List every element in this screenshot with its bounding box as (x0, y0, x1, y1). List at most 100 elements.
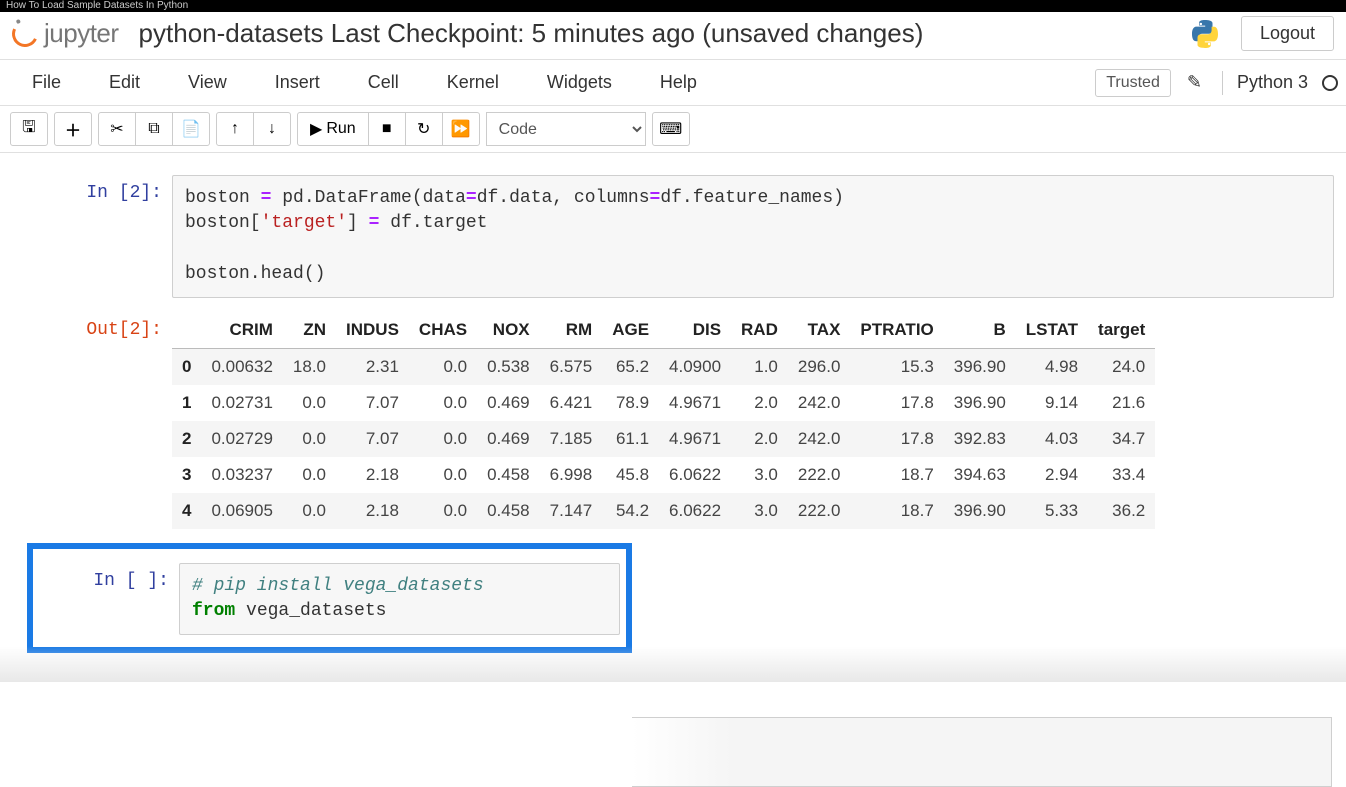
table-header: ZN (283, 312, 336, 349)
table-header: LSTAT (1016, 312, 1088, 349)
table-cell: 45.8 (602, 457, 659, 493)
table-cell: 6.575 (540, 348, 603, 385)
cell-in-next[interactable]: In [ ]: # pip install vega_datasets from… (39, 563, 620, 635)
menu-widgets[interactable]: Widgets (523, 62, 636, 103)
notebook-title[interactable]: python-datasets Last Checkpoint: 5 minut… (139, 18, 1189, 49)
restart-icon[interactable]: ↻ (405, 112, 443, 146)
table-cell: 0.00632 (201, 348, 282, 385)
table-cell: 0.0 (409, 493, 477, 529)
table-cell: 17.8 (850, 385, 943, 421)
table-cell: 54.2 (602, 493, 659, 529)
table-row: 30.032370.02.180.00.4586.99845.86.06223.… (172, 457, 1155, 493)
table-cell: 0.458 (477, 457, 540, 493)
table-cell: 2.18 (336, 457, 409, 493)
table-cell: 61.1 (602, 421, 659, 457)
copy-icon[interactable]: ⧉ (135, 112, 173, 146)
table-cell: 4.9671 (659, 421, 731, 457)
table-cell: 222.0 (788, 457, 851, 493)
table-header: CHAS (409, 312, 477, 349)
trusted-badge[interactable]: Trusted (1095, 69, 1171, 97)
table-header: RAD (731, 312, 788, 349)
command-palette-icon[interactable]: ⌨ (652, 112, 690, 146)
table-cell: 0.469 (477, 385, 540, 421)
table-cell: 6.421 (540, 385, 603, 421)
table-cell: 1.0 (731, 348, 788, 385)
divider (1222, 71, 1223, 95)
table-cell: 0.458 (477, 493, 540, 529)
notebook-area: In [2]: boston = pd.DataFrame(data=df.da… (0, 153, 1346, 665)
table-cell: 392.83 (944, 421, 1016, 457)
table-cell: 0.0 (283, 457, 336, 493)
table-header: TAX (788, 312, 851, 349)
code-input-active[interactable]: # pip install vega_datasets from vega_da… (179, 563, 620, 635)
table-cell: 6.0622 (659, 457, 731, 493)
table-cell: 2.0 (731, 421, 788, 457)
cell-type-select[interactable]: Code (486, 112, 646, 146)
table-cell: 396.90 (944, 385, 1016, 421)
edit-icon[interactable]: ✎ (1181, 72, 1208, 93)
menu-file[interactable]: File (8, 62, 85, 103)
table-cell: 0.538 (477, 348, 540, 385)
table-cell: 0.06905 (201, 493, 282, 529)
table-header: target (1088, 312, 1155, 349)
logo-text: jupyter (44, 18, 119, 49)
table-cell: 21.6 (1088, 385, 1155, 421)
table-index: 4 (172, 493, 201, 529)
table-cell: 15.3 (850, 348, 943, 385)
table-cell: 0.02729 (201, 421, 282, 457)
insert-below-icon[interactable]: ＋ (54, 112, 92, 146)
paste-icon[interactable]: 📄 (172, 112, 210, 146)
interrupt-icon[interactable]: ■ (368, 112, 406, 146)
dataframe-table: CRIMZNINDUSCHASNOXRMAGEDISRADTAXPTRATIOB… (172, 312, 1155, 529)
table-header: CRIM (201, 312, 282, 349)
menu-kernel[interactable]: Kernel (423, 62, 523, 103)
cut-icon[interactable]: ✂ (98, 112, 136, 146)
table-cell: 0.0 (409, 457, 477, 493)
table-header: B (944, 312, 1016, 349)
table-cell: 2.18 (336, 493, 409, 529)
kernel-name[interactable]: Python 3 (1237, 72, 1312, 93)
table-header: INDUS (336, 312, 409, 349)
menu-cell[interactable]: Cell (344, 62, 423, 103)
run-button[interactable]: ▶ Run (297, 112, 369, 146)
in-prompt: In [2]: (12, 175, 172, 298)
table-index: 2 (172, 421, 201, 457)
out-prompt: Out[2]: (12, 312, 172, 529)
table-index: 0 (172, 348, 201, 385)
move-up-icon[interactable]: ↑ (216, 112, 254, 146)
menu-view[interactable]: View (164, 62, 251, 103)
table-row: 20.027290.07.070.00.4697.18561.14.96712.… (172, 421, 1155, 457)
table-cell: 2.0 (731, 385, 788, 421)
table-cell: 0.02731 (201, 385, 282, 421)
menubar: File Edit View Insert Cell Kernel Widget… (0, 60, 1346, 106)
cell-in-2[interactable]: In [2]: boston = pd.DataFrame(data=df.da… (12, 175, 1334, 298)
table-cell: 6.0622 (659, 493, 731, 529)
selected-cell-highlight: In [ ]: # pip install vega_datasets from… (27, 543, 632, 653)
table-cell: 7.07 (336, 385, 409, 421)
logout-button[interactable]: Logout (1241, 16, 1334, 51)
code-input[interactable]: boston = pd.DataFrame(data=df.data, colu… (172, 175, 1334, 298)
table-cell: 7.185 (540, 421, 603, 457)
table-cell: 2.31 (336, 348, 409, 385)
menu-edit[interactable]: Edit (85, 62, 164, 103)
table-cell: 396.90 (944, 493, 1016, 529)
table-header: NOX (477, 312, 540, 349)
move-down-icon[interactable]: ↓ (253, 112, 291, 146)
table-cell: 4.0900 (659, 348, 731, 385)
run-label: Run (326, 120, 355, 138)
table-cell: 4.98 (1016, 348, 1088, 385)
table-cell: 65.2 (602, 348, 659, 385)
jupyter-logo[interactable]: jupyter (12, 18, 119, 49)
table-cell: 18.7 (850, 493, 943, 529)
table-cell: 24.0 (1088, 348, 1155, 385)
save-icon[interactable]: 🖫 (10, 112, 48, 146)
restart-run-all-icon[interactable]: ⏩ (442, 112, 480, 146)
table-cell: 18.0 (283, 348, 336, 385)
menu-insert[interactable]: Insert (251, 62, 344, 103)
header: jupyter python-datasets Last Checkpoint:… (0, 12, 1346, 60)
cell-out-2: Out[2]: CRIMZNINDUSCHASNOXRMAGEDISRADTAX… (12, 312, 1334, 529)
table-cell: 0.0 (283, 493, 336, 529)
table-cell: 394.63 (944, 457, 1016, 493)
menu-help[interactable]: Help (636, 62, 721, 103)
table-row: 40.069050.02.180.00.4587.14754.26.06223.… (172, 493, 1155, 529)
